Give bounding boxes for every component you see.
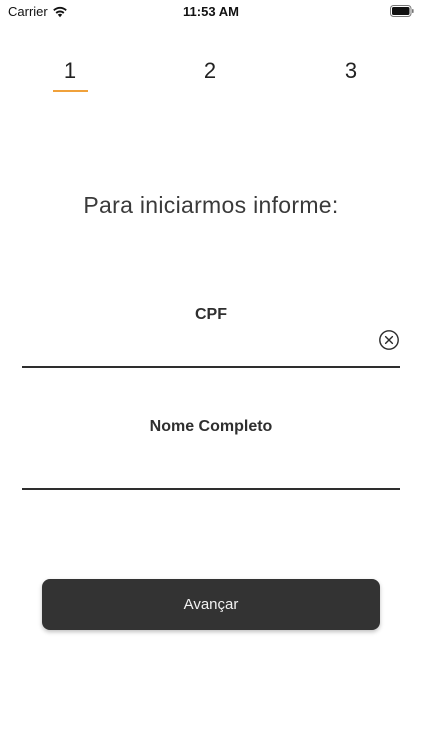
cpf-input[interactable] (22, 336, 400, 366)
cpf-underline (22, 366, 400, 368)
full-name-field: Nome Completo (22, 412, 400, 490)
step-2[interactable]: 2 (190, 58, 230, 84)
status-bar: Carrier 11:53 AM (0, 0, 422, 22)
full-name-input[interactable] (22, 458, 400, 488)
step-3[interactable]: 3 (331, 58, 371, 84)
clear-icon[interactable] (378, 329, 400, 351)
full-name-underline (22, 488, 400, 490)
status-time: 11:53 AM (183, 4, 239, 19)
step-1[interactable]: 1 (50, 58, 90, 84)
battery-icon (390, 5, 414, 17)
next-button[interactable]: Avançar (42, 579, 380, 630)
cpf-label: CPF (195, 306, 227, 323)
active-step-underline (53, 90, 88, 92)
page-prompt: Para iniciarmos informe: (83, 192, 339, 218)
cpf-field: CPF (22, 300, 400, 368)
step-indicator: 1 2 3 (0, 58, 422, 98)
full-name-label: Nome Completo (149, 418, 273, 435)
